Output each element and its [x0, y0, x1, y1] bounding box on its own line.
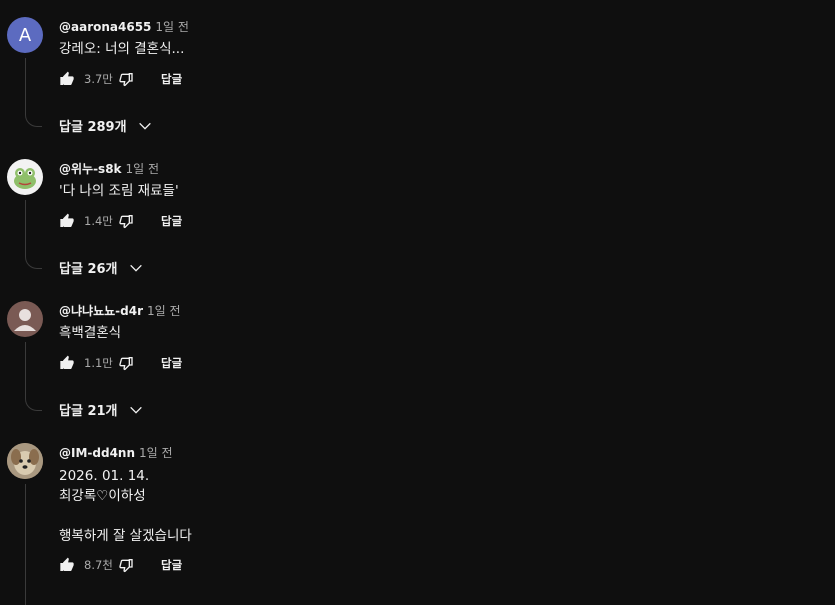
like-count: 3.7만 [84, 72, 113, 86]
avatar-letter: A [18, 24, 32, 46]
dog-avatar-icon [7, 443, 43, 479]
comment-text: 2026. 01. 14. 최강록♡이하성 행복하게 잘 살겠습니다 [59, 468, 192, 544]
comment-actions: 8.7천 답글 [59, 555, 182, 575]
thread-line [25, 342, 26, 398]
default-avatar-icon [14, 309, 36, 331]
reply-button[interactable]: 답글 [161, 213, 182, 229]
thumbs-up-icon [60, 213, 74, 227]
like-count: 1.4만 [84, 214, 113, 228]
chevron-down-icon [138, 122, 151, 130]
thumbs-up-icon [60, 557, 74, 571]
avatar[interactable] [7, 159, 43, 195]
thread-line [25, 58, 26, 114]
thread-curve [25, 114, 42, 127]
comment-time[interactable]: 1일 전 [126, 162, 160, 176]
comment-time[interactable]: 1일 전 [147, 304, 181, 318]
avatar[interactable]: A [7, 17, 43, 53]
comment-actions: 1.1만 답글 [59, 353, 182, 373]
comment-item: @위누-s8k 1일 전 '다 나의 조림 재료들' 1.4만 답글 답글 26개 [0, 142, 835, 284]
avatar[interactable] [7, 301, 43, 337]
thread-curve [25, 398, 42, 411]
thread-line [25, 484, 26, 605]
comment-text: 강레오: 너의 결혼식... [59, 41, 185, 57]
thumbs-down-icon [119, 357, 133, 370]
chevron-down-icon [129, 406, 142, 414]
comment-text: '다 나의 조림 재료들' [59, 183, 179, 199]
dislike-button[interactable] [118, 355, 134, 371]
thumbs-down-icon [119, 73, 133, 86]
comment-item: A @aarona4655 1일 전 강레오: 너의 결혼식... 3.7만 답글… [0, 0, 835, 142]
reply-button[interactable]: 답글 [161, 71, 182, 87]
replies-count: 답글 21개 [59, 404, 118, 419]
comment-item: @냐냐뇨뇨-d4r 1일 전 흑백결혼식 1.1만 답글 답글 21개 [0, 284, 835, 426]
comment-author[interactable]: @aarona4655 [59, 20, 151, 34]
comment-text: 흑백결혼식 [59, 325, 122, 341]
comment-time[interactable]: 1일 전 [139, 446, 173, 460]
dislike-button[interactable] [118, 557, 134, 573]
comment-meta: @aarona4655 1일 전 [59, 18, 189, 35]
replies-toggle[interactable]: 답글 21개 [59, 400, 144, 419]
thumbs-down-icon [119, 215, 133, 228]
like-count: 1.1만 [84, 356, 113, 370]
like-button[interactable]: 1.1만 [59, 355, 118, 371]
like-count: 8.7천 [84, 558, 113, 572]
comment-author[interactable]: @위누-s8k [59, 162, 122, 176]
reply-button[interactable]: 답글 [161, 557, 182, 573]
comment-time[interactable]: 1일 전 [155, 20, 189, 34]
reply-button[interactable]: 답글 [161, 355, 182, 371]
replies-count: 답글 26개 [59, 262, 118, 277]
dislike-button[interactable] [118, 213, 134, 229]
like-button[interactable]: 8.7천 [59, 557, 118, 573]
comment-author[interactable]: @IM-dd4nn [59, 446, 135, 460]
like-button[interactable]: 1.4만 [59, 213, 118, 229]
thumbs-up-icon [60, 355, 74, 369]
chevron-down-icon [129, 264, 142, 272]
comment-meta: @IM-dd4nn 1일 전 [59, 444, 173, 461]
comment-item: @IM-dd4nn 1일 전 2026. 01. 14. 최강록♡이하성 행복하게… [0, 426, 835, 605]
replies-count: 답글 289개 [59, 120, 127, 135]
dislike-button[interactable] [118, 71, 134, 87]
replies-toggle[interactable]: 답글 289개 [59, 116, 153, 135]
comment-meta: @위누-s8k 1일 전 [59, 160, 159, 177]
like-button[interactable]: 3.7만 [59, 71, 118, 87]
thread-curve [25, 256, 42, 269]
comment-actions: 3.7만 답글 [59, 69, 182, 89]
comment-actions: 1.4만 답글 [59, 211, 182, 231]
thread-line [25, 200, 26, 256]
replies-toggle[interactable]: 답글 26개 [59, 258, 144, 277]
frog-avatar-icon [14, 168, 36, 189]
comment-author[interactable]: @냐냐뇨뇨-d4r [59, 304, 143, 318]
avatar[interactable] [7, 443, 43, 479]
comment-meta: @냐냐뇨뇨-d4r 1일 전 [59, 302, 181, 319]
thumbs-down-icon [119, 559, 133, 572]
thumbs-up-icon [60, 71, 74, 85]
